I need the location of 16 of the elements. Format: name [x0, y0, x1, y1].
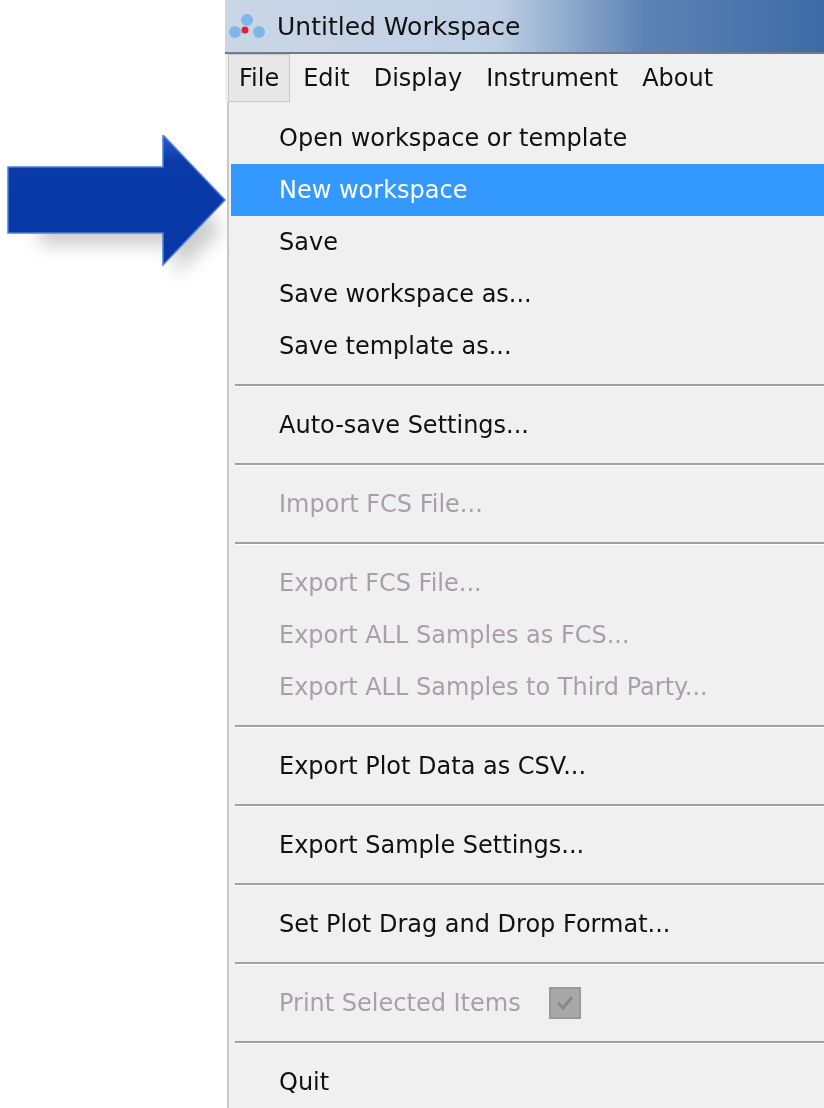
molecule-icon [227, 13, 267, 39]
menu-item[interactable]: Open workspace or template [231, 112, 824, 164]
menu-item[interactable]: Quit [231, 1056, 824, 1108]
window-title: Untitled Workspace [277, 11, 521, 41]
menu-bar-item[interactable]: About [631, 54, 725, 102]
menu-item[interactable]: Save workspace as... [231, 268, 824, 320]
menu-item[interactable]: Set Plot Drag and Drop Format... [231, 898, 824, 950]
menu-item[interactable]: Auto-save Settings... [231, 399, 824, 451]
menu-item[interactable]: Save [231, 216, 824, 268]
menu-bar-item[interactable]: File [228, 54, 291, 102]
menu-item[interactable]: Export Sample Settings... [231, 819, 824, 871]
menu-item[interactable]: Save template as... [231, 320, 824, 372]
menu-bar-item[interactable]: Instrument [475, 54, 630, 102]
menu-item[interactable]: Export Plot Data as CSV... [231, 740, 824, 792]
menu-bar-item[interactable]: Edit [292, 54, 361, 102]
menu-bar-item[interactable]: Display [362, 54, 474, 102]
